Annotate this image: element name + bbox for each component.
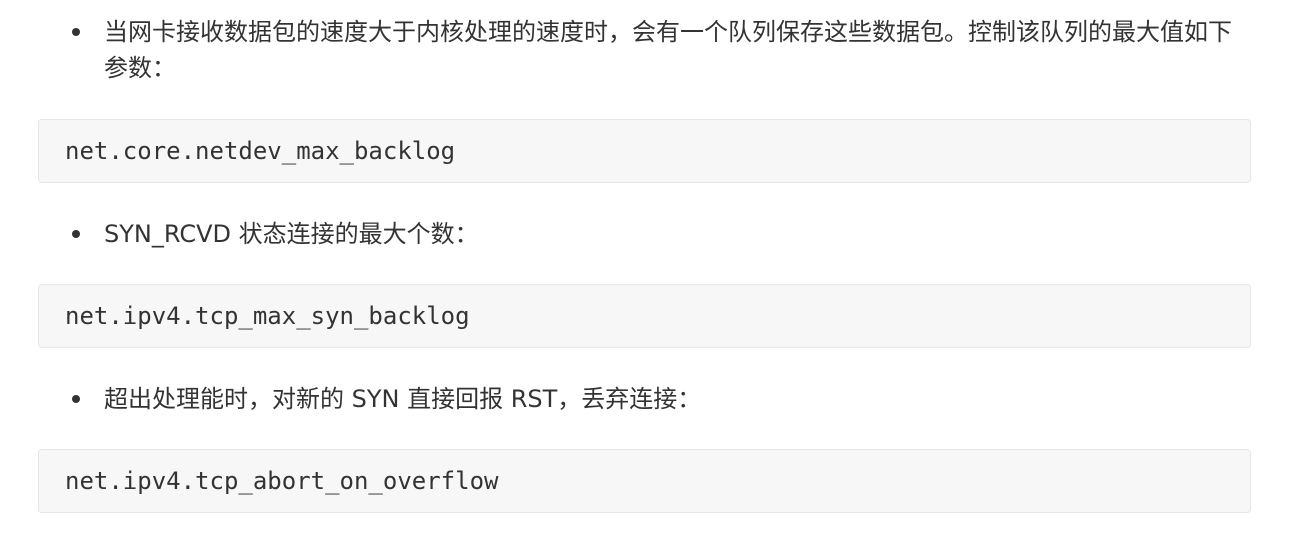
list-item-text: SYN_RCVD 状态连接的最大个数： bbox=[104, 220, 479, 248]
code-block-abort-on-overflow: net.ipv4.tcp_abort_on_overflow bbox=[38, 449, 1251, 513]
code-text: net.ipv4.tcp_max_syn_backlog bbox=[65, 302, 470, 330]
list-item-netdev-backlog: 当网卡接收数据包的速度大于内核处理的速度时，会有一个队列保存这些数据包。控制该队… bbox=[72, 14, 1244, 86]
bullet-dot-icon bbox=[72, 28, 80, 36]
list-item-syn-backlog: SYN_RCVD 状态连接的最大个数： bbox=[72, 216, 1244, 252]
bullet-dot-icon bbox=[72, 395, 80, 403]
list-item-text: 超出处理能时，对新的 SYN 直接回报 RST，丢弃连接： bbox=[104, 385, 702, 413]
code-text: net.core.netdev_max_backlog bbox=[65, 137, 456, 165]
bullet-dot-icon bbox=[72, 230, 80, 238]
document-body: 当网卡接收数据包的速度大于内核处理的速度时，会有一个队列保存这些数据包。控制该队… bbox=[0, 0, 1294, 534]
list-item-text: 当网卡接收数据包的速度大于内核处理的速度时，会有一个队列保存这些数据包。控制该队… bbox=[104, 18, 1232, 82]
list-item-abort-on-overflow: 超出处理能时，对新的 SYN 直接回报 RST，丢弃连接： bbox=[72, 381, 1244, 417]
code-block-syn-backlog: net.ipv4.tcp_max_syn_backlog bbox=[38, 284, 1251, 348]
code-block-netdev-backlog: net.core.netdev_max_backlog bbox=[38, 119, 1251, 183]
code-text: net.ipv4.tcp_abort_on_overflow bbox=[65, 467, 499, 495]
